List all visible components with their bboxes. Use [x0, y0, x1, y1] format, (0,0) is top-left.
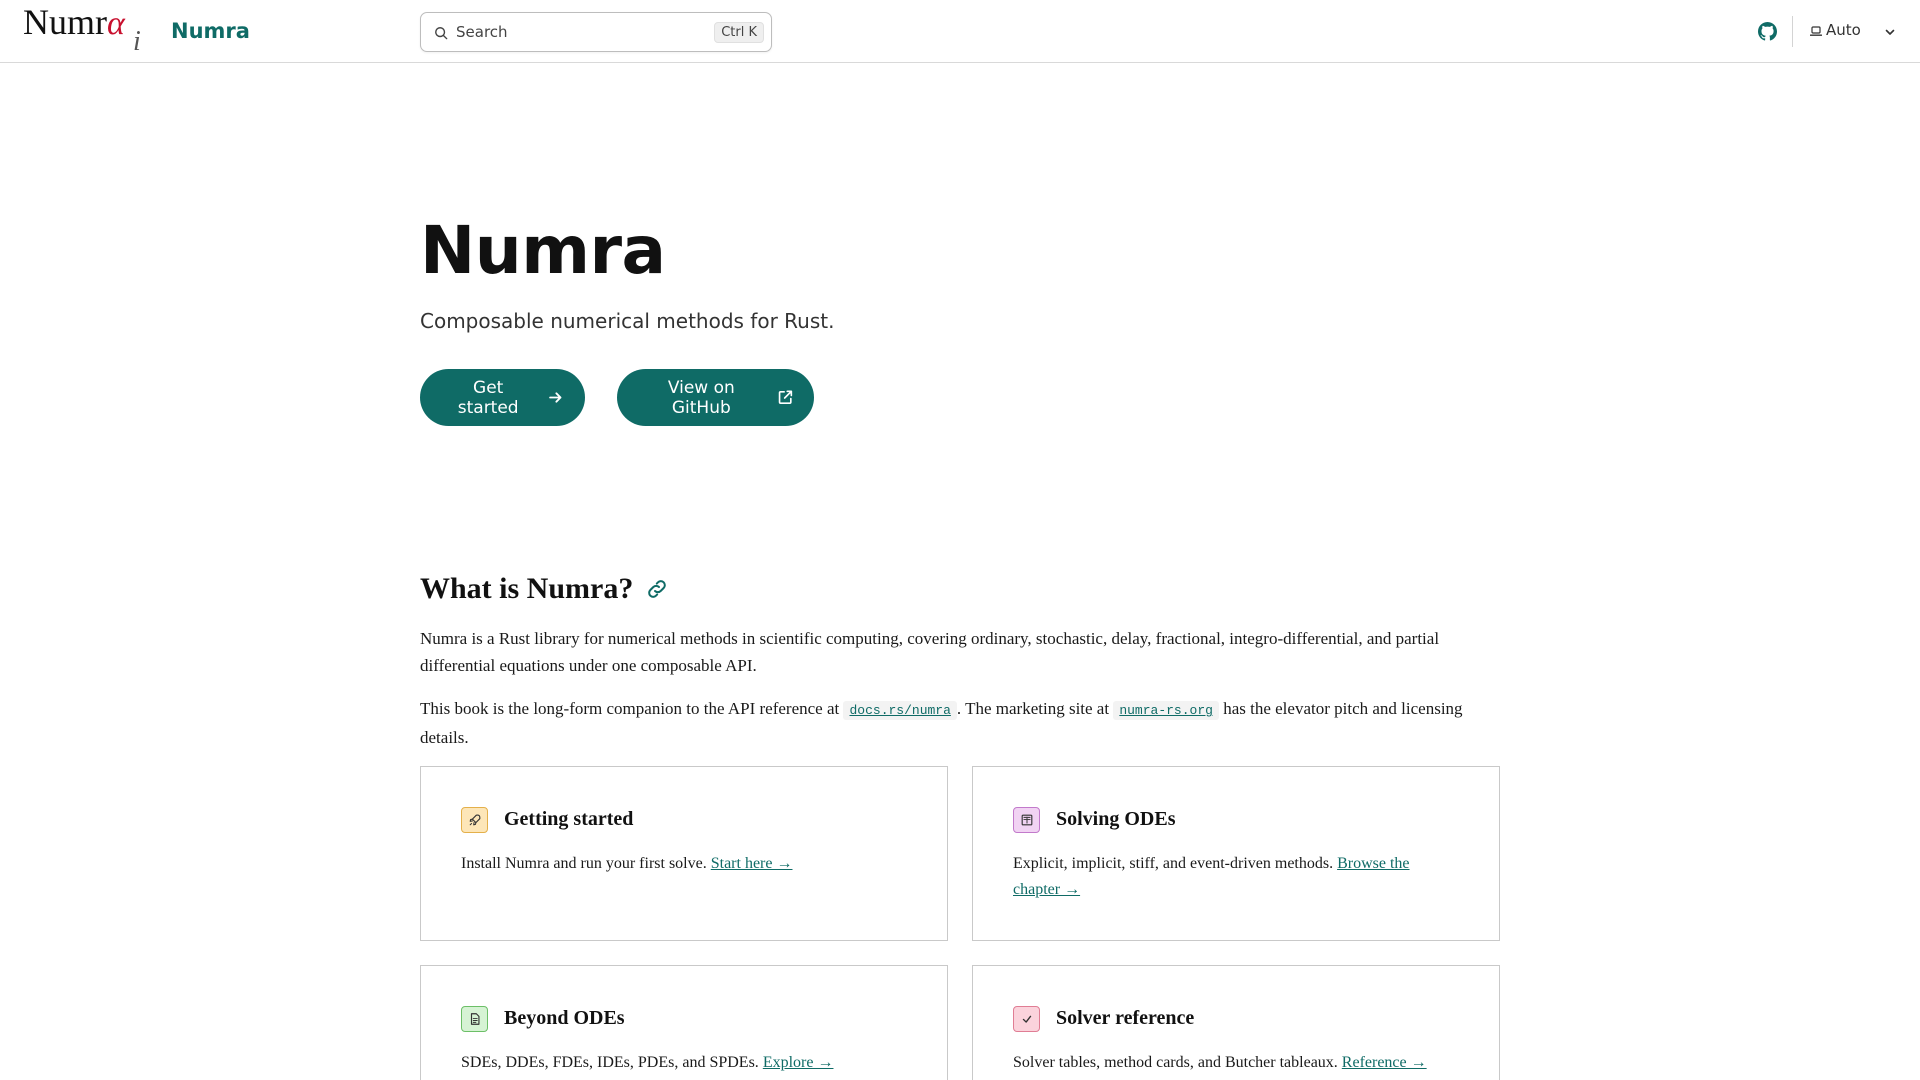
check-icon [1013, 1006, 1040, 1032]
card-solver-reference[interactable]: Solver reference Solver tables, method c… [972, 965, 1500, 1080]
start-here-link[interactable]: Start here → [711, 855, 793, 872]
search-icon [435, 27, 448, 40]
search-box[interactable]: Search Ctrl K [420, 12, 772, 52]
chevron-down-icon [1885, 29, 1895, 35]
intro-paragraph: Numra is a Rust library for numerical me… [420, 629, 1440, 675]
theme-select[interactable]: Auto [1808, 14, 1898, 48]
book-icon [1013, 807, 1040, 833]
card-title: Getting started [504, 808, 634, 830]
explore-link[interactable]: Explore → [763, 1054, 834, 1071]
companion-paragraph: This book is the long-form companion to … [420, 695, 1500, 751]
header-divider [1792, 16, 1793, 47]
companion-text-2: . The marketing site at [956, 699, 1114, 718]
brand-title[interactable]: Numra [171, 19, 250, 43]
card-description: Solver tables, method cards, and Butcher… [1013, 1050, 1433, 1076]
card-description-text: Solver tables, method cards, and Butcher… [1013, 1054, 1342, 1071]
github-icon[interactable] [1758, 22, 1777, 41]
link-icon[interactable] [645, 577, 669, 601]
card-title: Solver reference [1056, 1007, 1195, 1029]
rocket-icon [461, 807, 488, 833]
logo-i-text: i [133, 26, 141, 54]
card-description-text: SDEs, DDEs, FDEs, IDEs, PDEs, and SPDEs. [461, 1054, 763, 1071]
view-on-github-label: View on GitHub [667, 377, 735, 418]
card-beyond-odes[interactable]: Beyond ODEs SDEs, DDEs, FDEs, IDEs, PDEs… [420, 965, 948, 1080]
section-heading: What is Numra? [420, 572, 669, 606]
document-icon [461, 1006, 488, 1032]
laptop-icon [1810, 26, 1822, 36]
companion-text-1: This book is the long-form companion to … [420, 699, 844, 718]
get-started-button[interactable]: Get started [420, 369, 585, 426]
section-heading-text: What is Numra? [420, 572, 634, 605]
numra-logo[interactable]: Numr α i [23, 4, 149, 54]
search-label: Search [456, 23, 508, 41]
get-started-label: Get started [457, 377, 519, 418]
card-title: Solving ODEs [1056, 808, 1176, 830]
view-on-github-button[interactable]: View on GitHub [617, 369, 814, 426]
card-description: Install Numra and run your first solve. … [461, 851, 881, 877]
card-title: Beyond ODEs [504, 1007, 625, 1029]
card-description-text: Install Numra and run your first solve. [461, 855, 711, 872]
logo-alpha-text: α [107, 5, 126, 42]
card-getting-started[interactable]: Getting started Install Numra and run yo… [420, 766, 948, 941]
external-link-icon [778, 390, 792, 404]
card-description: Explicit, implicit, stiff, and event-dri… [1013, 851, 1433, 903]
logo-main-text: Numr [23, 4, 107, 42]
arrow-right-icon [549, 392, 562, 403]
hero-title: Numra [420, 212, 666, 289]
search-shortcut: Ctrl K [714, 22, 764, 43]
card-description: SDEs, DDEs, FDEs, IDEs, PDEs, and SPDEs.… [461, 1050, 881, 1076]
docs-rs-link[interactable]: docs.rs/numra [843, 701, 957, 720]
hero-subtitle: Composable numerical methods for Rust. [420, 309, 835, 333]
card-description-text: Explicit, implicit, stiff, and event-dri… [1013, 855, 1338, 872]
reference-link[interactable]: Reference → [1342, 1054, 1427, 1071]
top-navbar: Numr α i Numra Search Ctrl K Auto [0, 0, 1920, 63]
theme-label: Auto [1826, 21, 1861, 39]
card-solving-odes[interactable]: Solving ODEs Explicit, implicit, stiff, … [972, 766, 1500, 941]
marketing-site-link[interactable]: numra-rs.org [1113, 701, 1219, 720]
